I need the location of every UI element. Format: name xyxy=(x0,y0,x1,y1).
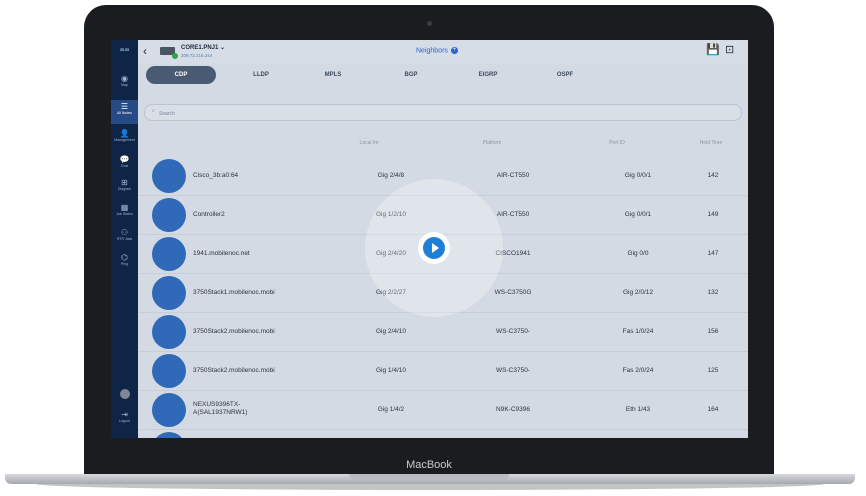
job-status-icon: ▦ xyxy=(120,203,129,212)
column-header-hold-time: Hold Time xyxy=(699,140,723,146)
play-button[interactable] xyxy=(423,237,445,259)
node-avatar xyxy=(152,159,186,193)
tab-cdp[interactable]: CDP xyxy=(146,66,216,84)
table-row[interactable] xyxy=(138,430,748,438)
tab-eigrp[interactable]: EIGRP xyxy=(471,66,505,84)
back-arrow-icon[interactable]: ‹ xyxy=(143,44,147,58)
local-int: Gig 1/4/10 xyxy=(376,367,406,374)
node-avatar xyxy=(152,393,186,427)
sidebar-item-chat[interactable]: 💬 Chat xyxy=(111,155,138,169)
column-header-port-id: Port ID xyxy=(609,140,625,146)
port-id: Fas 2/0/24 xyxy=(622,367,654,374)
app-logo: ꜳꜳ xyxy=(119,47,130,53)
column-header-local-int: Local Int xyxy=(359,140,379,146)
online-status-icon xyxy=(172,53,178,59)
map-icon: ◉ xyxy=(121,74,128,83)
hold-time: 132 xyxy=(707,289,719,296)
port-id: Eth 1/43 xyxy=(625,406,651,413)
diagram-icon: ⊞ xyxy=(121,178,128,187)
sidebar-item-diagram[interactable]: ⊞ Diagram xyxy=(111,178,138,192)
local-int: Gig 2/4/10 xyxy=(376,328,406,335)
node-avatar xyxy=(152,432,186,438)
port-id: Fas 1/0/24 xyxy=(622,328,654,335)
port-id: Gig 0/0 xyxy=(627,250,649,257)
sidebar-item-logout[interactable]: ⇥ Logout xyxy=(111,410,138,424)
sidebar-item-job-status[interactable]: ▦ Job Status xyxy=(111,203,138,217)
node-name: 3750Stack2.mobilenoc.mobi xyxy=(193,328,275,335)
node-avatar xyxy=(152,237,186,271)
node-name: Controller2 xyxy=(193,211,225,218)
sidebar-avatar[interactable] xyxy=(111,386,138,404)
node-name: Cisco_3b:a0:64 xyxy=(193,172,239,179)
node-avatar xyxy=(152,315,186,349)
platform: N9K-C9396 xyxy=(496,406,530,413)
tab-bgp[interactable]: BGP xyxy=(396,66,426,84)
node-avatar xyxy=(152,354,186,388)
device-name[interactable]: CORE1.PNJ1 ⌄ xyxy=(181,44,225,51)
hold-time: 149 xyxy=(707,211,719,218)
table-row[interactable]: 3750Stack2.mobilenoc.mobi Gig 2/4/10 WS-… xyxy=(138,313,748,352)
node-name: 3750Stack2.mobilenoc.mobi xyxy=(193,367,275,374)
sidebar-item-ping[interactable]: ⌬ Ping xyxy=(111,253,138,267)
table-row[interactable]: 3750Stack2.mobilenoc.mobi Gig 1/4/10 WS-… xyxy=(138,352,748,391)
hold-time: 156 xyxy=(707,328,719,335)
avatar xyxy=(119,389,130,399)
port-id: Gig 0/0/1 xyxy=(624,211,652,218)
node-name: NEXUS9396TX- A(SAL1937NRW1) xyxy=(193,401,248,416)
screen: ꜳꜳ ◉ Map ☰ All Nodes 👤 Management 💬 Chat… xyxy=(111,40,748,438)
hold-time: 164 xyxy=(707,406,719,413)
brand-label: MacBook xyxy=(406,459,452,471)
network-icon: ⚇ xyxy=(120,228,129,237)
top-bar: ‹ CORE1.PNJ1 ⌄ 209.72.216.244 Neighbors +… xyxy=(138,40,748,64)
tab-ospf[interactable]: OSPF xyxy=(548,66,582,84)
chat-icon: 💬 xyxy=(119,155,130,164)
sidebar-item-map[interactable]: ◉ Map xyxy=(111,74,138,88)
sidebar-item-all-nodes[interactable]: ☰ All Nodes xyxy=(111,100,138,124)
port-id: Gig 2/0/12 xyxy=(623,289,653,296)
save-icon[interactable]: 💾 xyxy=(706,45,720,56)
play-icon xyxy=(432,243,439,253)
user-list-icon: 👤 xyxy=(119,129,130,138)
local-int: Gig 1/4/2 xyxy=(377,406,405,413)
camera xyxy=(427,21,432,26)
hold-time: 147 xyxy=(707,250,719,257)
search-placeholder: ⌕ Search xyxy=(152,108,175,117)
local-int: Gig 2/4/8 xyxy=(377,172,405,179)
page-title: Neighbors + xyxy=(416,47,458,55)
ping-icon: ⌬ xyxy=(121,253,128,262)
tab-mpls[interactable]: MPLS xyxy=(318,66,348,84)
protocol-tabs: CDP LLDP MPLS BGP EIGRP OSPF xyxy=(138,66,748,88)
list-icon: ☰ xyxy=(120,102,129,111)
tab-lldp[interactable]: LLDP xyxy=(246,66,276,84)
device-ip: 209.72.216.244 xyxy=(181,53,213,58)
platform: WS-C3750- xyxy=(496,367,530,374)
sidebar-item-rtr-jack[interactable]: ⚇ RTR Jack xyxy=(111,228,138,242)
laptop-notch xyxy=(349,474,509,480)
sidebar-item-management[interactable]: 👤 Management xyxy=(111,129,138,143)
add-icon[interactable]: + xyxy=(450,47,458,54)
platform: AIR-CT550 xyxy=(496,172,530,179)
platform: WS-C3750- xyxy=(496,328,530,335)
logout-icon: ⇥ xyxy=(121,410,128,419)
node-avatar xyxy=(152,276,186,310)
node-name: 3750Stack1.mobilenoc.mobi xyxy=(193,289,275,296)
node-avatar xyxy=(152,198,186,232)
laptop-shadow xyxy=(36,484,824,490)
export-icon[interactable]: ⊡ xyxy=(725,45,734,56)
node-name: 1941.mobilenoc.net xyxy=(193,250,250,257)
search-input[interactable]: ⌕ Search xyxy=(144,104,742,121)
column-header-platform: Platform xyxy=(482,140,502,146)
hold-time: 125 xyxy=(707,367,719,374)
hold-time: 142 xyxy=(707,172,719,179)
table-row[interactable]: NEXUS9396TX- A(SAL1937NRW1) Gig 1/4/2 N9… xyxy=(138,391,748,430)
port-id: Gig 0/0/1 xyxy=(624,172,652,179)
sidebar: ꜳꜳ ◉ Map ☰ All Nodes 👤 Management 💬 Chat… xyxy=(111,40,138,438)
